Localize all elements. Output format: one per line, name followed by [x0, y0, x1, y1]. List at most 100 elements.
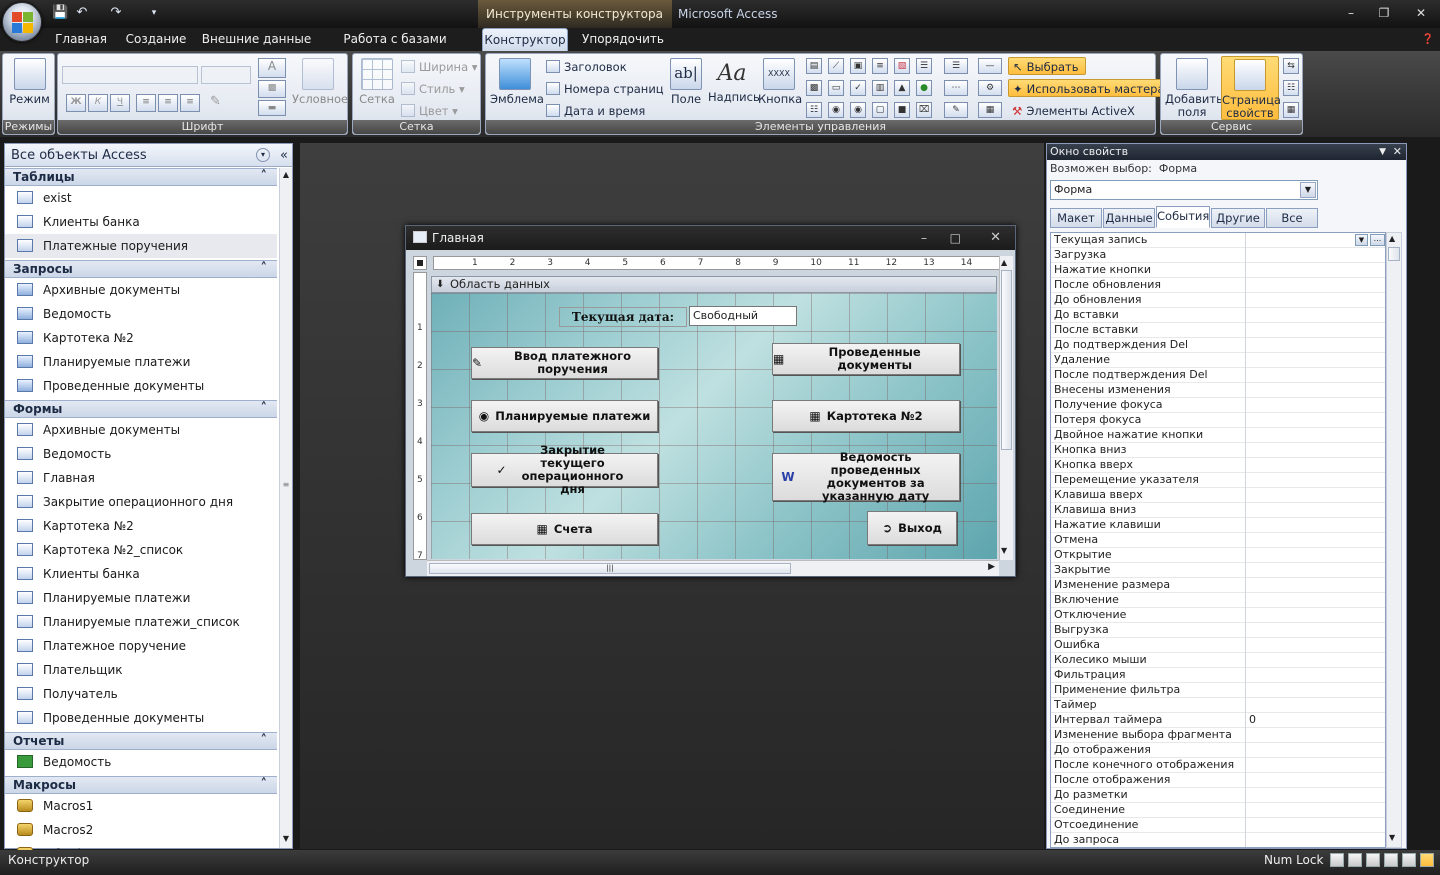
nav-item[interactable]: Macros2	[5, 818, 277, 842]
property-value[interactable]	[1245, 833, 1385, 847]
collapse-chevron-icon[interactable]: ˄	[261, 261, 268, 277]
use-wizards-button[interactable]: ✦ Использовать мастера	[1008, 79, 1172, 97]
pivot-chart-view-icon[interactable]	[1384, 853, 1398, 867]
font-size-combo[interactable]	[201, 66, 251, 84]
props-scroll-thumb[interactable]	[1388, 247, 1400, 261]
posted-docs-button[interactable]: ▦ Проведенные документы	[772, 343, 960, 375]
property-value[interactable]	[1245, 323, 1385, 338]
current-date-textbox[interactable]: Свободный	[689, 306, 797, 326]
nav-item[interactable]: Платежные поручения	[5, 234, 277, 258]
chart-icon[interactable]: ▧	[894, 58, 910, 74]
scroll-up-icon[interactable]: ▲	[281, 170, 291, 179]
underline-icon[interactable]: Ч	[110, 94, 130, 112]
property-row[interactable]: Кнопка вниз	[1051, 443, 1385, 458]
props-scrollbar[interactable]: ▲ ▼	[1386, 232, 1402, 848]
nav-item[interactable]: Клиенты банка	[5, 210, 277, 234]
property-row[interactable]: Текущая запись ▼...	[1051, 233, 1385, 248]
property-value[interactable]	[1245, 473, 1385, 488]
nav-item[interactable]: Картотека №2	[5, 514, 277, 538]
property-row[interactable]: Открытие	[1051, 548, 1385, 563]
help-icon[interactable]: ❓	[1420, 28, 1436, 51]
property-row[interactable]: Применение фильтра	[1051, 683, 1385, 698]
property-row[interactable]: Клавиша вверх	[1051, 488, 1385, 503]
property-row[interactable]: Нажатие клавиши	[1051, 518, 1385, 533]
property-row[interactable]: После обновления	[1051, 278, 1385, 293]
add-fields-button[interactable]: Добавить поля	[1165, 58, 1223, 119]
tab-control-icon[interactable]: ▤	[806, 58, 822, 74]
property-value[interactable]	[1245, 488, 1385, 503]
property-value[interactable]	[1245, 818, 1385, 833]
property-value[interactable]	[1245, 383, 1385, 398]
fill-color-icon[interactable]: ▩	[258, 80, 286, 98]
view-button[interactable]: Режим	[7, 58, 52, 106]
design-view-icon[interactable]	[1420, 853, 1434, 867]
property-row[interactable]: Отсоединение	[1051, 818, 1385, 833]
page-numbers-button[interactable]: Номера страниц	[546, 80, 664, 98]
conditional-format-button[interactable]: Условное	[292, 58, 348, 106]
v-scroll-thumb[interactable]	[1001, 270, 1012, 450]
h-scroll-thumb[interactable]: |||	[429, 563, 791, 574]
property-row[interactable]: Выгрузка	[1051, 623, 1385, 638]
hyperlink-icon[interactable]: ●	[916, 80, 932, 96]
property-row[interactable]: Потеря фокуса	[1051, 413, 1385, 428]
nav-item[interactable]: Архивные документы	[5, 418, 277, 442]
property-value[interactable]	[1245, 443, 1385, 458]
nav-item[interactable]: Получатель	[5, 682, 277, 706]
property-row[interactable]: Интервал таймера 0	[1051, 713, 1385, 728]
nav-item[interactable]: Проведенные документы	[5, 374, 277, 398]
form-close-icon[interactable]: ✕	[990, 226, 1001, 250]
option-button-icon[interactable]: ◉	[850, 102, 866, 118]
office-button[interactable]	[2, 2, 42, 42]
props-tab-other[interactable]: Другие	[1211, 208, 1265, 228]
props-scroll-down-icon[interactable]: ▼	[1389, 833, 1395, 842]
form-maximize-icon[interactable]: □	[950, 226, 961, 250]
property-row[interactable]: Изменение размера	[1051, 578, 1385, 593]
property-value[interactable]	[1245, 653, 1385, 668]
property-value[interactable]	[1245, 758, 1385, 773]
subform-new-window-icon[interactable]: ▦	[1283, 102, 1299, 118]
property-value[interactable]	[1245, 368, 1385, 383]
property-value[interactable]	[1245, 563, 1385, 578]
property-row[interactable]: Клавиша вниз	[1051, 503, 1385, 518]
property-value[interactable]	[1245, 788, 1385, 803]
nav-item[interactable]: Ведомость	[5, 302, 277, 326]
property-value[interactable]	[1245, 308, 1385, 323]
v-scroll-down-icon[interactable]: ▼	[1001, 546, 1007, 555]
planned-payments-button[interactable]: ◉ Планируемые платежи	[471, 400, 658, 432]
grid-color-button[interactable]: Цвет ▾	[401, 102, 458, 120]
property-row[interactable]: Отключение	[1051, 608, 1385, 623]
gridlines-button[interactable]: Сетка	[357, 58, 397, 106]
customize-qat-icon[interactable]: ▾	[146, 5, 162, 21]
list-box-icon[interactable]: ☰	[916, 58, 932, 74]
nav-menu-chevron-icon[interactable]: ▾	[256, 148, 270, 162]
property-row[interactable]: До разметки	[1051, 788, 1385, 803]
image-icon[interactable]: ▲	[894, 80, 910, 96]
nav-category[interactable]: Макросы ˄	[5, 776, 277, 794]
object-selector-combo[interactable]: Форма ▼	[1050, 180, 1318, 200]
align-left-icon[interactable]: ≡	[136, 94, 156, 112]
nav-item[interactable]: Клиенты банка	[5, 562, 277, 586]
v-scroll-up-icon[interactable]: ▲	[1001, 258, 1007, 267]
text-box-button[interactable]: ab| Поле	[668, 58, 704, 106]
property-value[interactable]	[1245, 458, 1385, 473]
accounts-button[interactable]: ▦ Счета	[471, 513, 658, 545]
property-row[interactable]: Получение фокуса	[1051, 398, 1385, 413]
enter-payment-button[interactable]: ✎ Ввод платежного поручения	[471, 347, 658, 379]
set-control-defaults-icon[interactable]: ▦	[978, 102, 1002, 118]
property-value[interactable]	[1245, 608, 1385, 623]
property-value[interactable]	[1245, 428, 1385, 443]
property-row[interactable]: Соединение	[1051, 803, 1385, 818]
property-value[interactable]	[1245, 548, 1385, 563]
line-type-icon[interactable]: ⋯	[944, 80, 968, 96]
nav-item[interactable]: Картотека №2	[5, 326, 277, 350]
property-value[interactable]	[1245, 518, 1385, 533]
property-value[interactable]	[1245, 533, 1385, 548]
property-row[interactable]: Нажатие кнопки	[1051, 263, 1385, 278]
nav-item[interactable]: Планируемые платежи_список	[5, 610, 277, 634]
props-tab-events[interactable]: События	[1156, 206, 1210, 228]
property-value[interactable]	[1245, 683, 1385, 698]
build-button-icon[interactable]: ...	[1370, 234, 1385, 246]
tab-database-tools[interactable]: Работа с базами данных	[322, 28, 468, 69]
nav-item[interactable]: Архивные документы	[5, 278, 277, 302]
property-value[interactable]	[1245, 743, 1385, 758]
